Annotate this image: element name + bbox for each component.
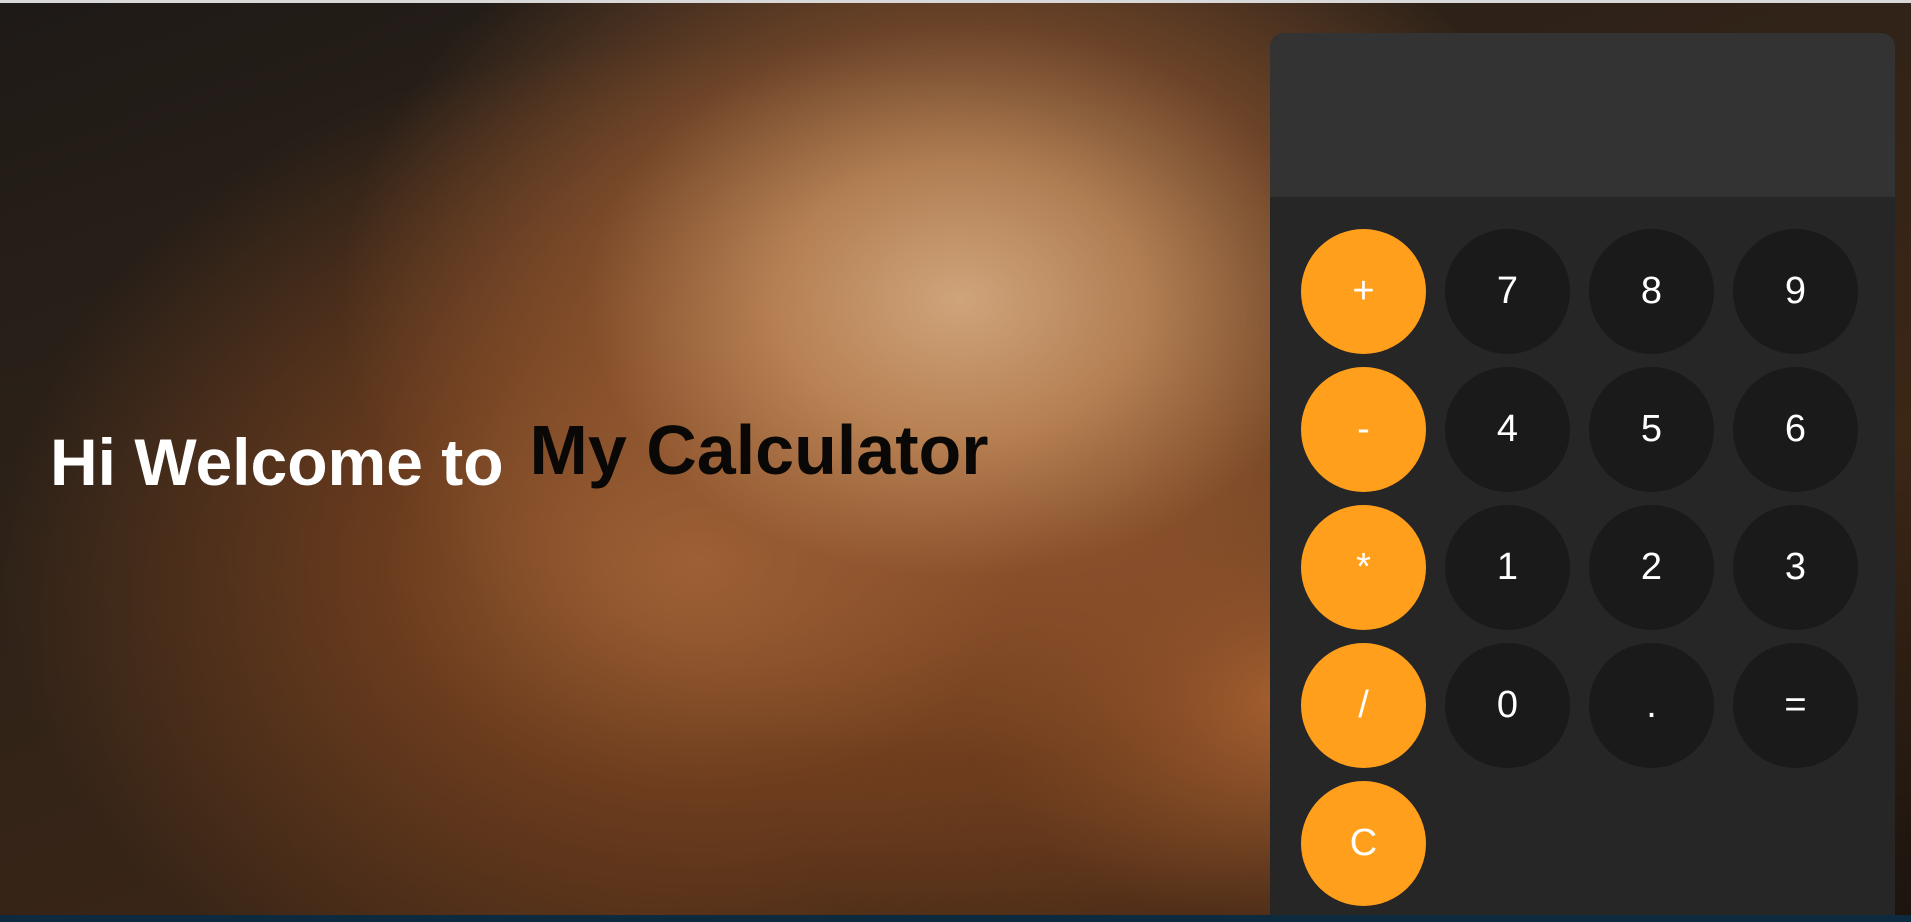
divide-button[interactable]: / [1301, 643, 1426, 768]
four-button[interactable]: 4 [1445, 367, 1570, 492]
plus-button[interactable]: + [1301, 229, 1426, 354]
welcome-lead-text: Hi Welcome to [50, 425, 504, 499]
eight-button[interactable]: 8 [1589, 229, 1714, 354]
minus-button[interactable]: - [1301, 367, 1426, 492]
decimal-button[interactable]: . [1589, 643, 1714, 768]
welcome-title-text: My Calculator [529, 411, 989, 489]
calculator-display [1270, 33, 1895, 197]
equals-button[interactable]: = [1733, 643, 1858, 768]
clear-button[interactable]: C [1301, 781, 1426, 906]
six-button[interactable]: 6 [1733, 367, 1858, 492]
top-border [0, 0, 1911, 3]
seven-button[interactable]: 7 [1445, 229, 1570, 354]
one-button[interactable]: 1 [1445, 505, 1570, 630]
page-background: Hi Welcome to My Calculator + 7 8 9 - 4 … [0, 0, 1911, 922]
bottom-border [0, 915, 1911, 922]
zero-button[interactable]: 0 [1445, 643, 1570, 768]
welcome-heading: Hi Welcome to My Calculator [50, 415, 989, 499]
five-button[interactable]: 5 [1589, 367, 1714, 492]
two-button[interactable]: 2 [1589, 505, 1714, 630]
nine-button[interactable]: 9 [1733, 229, 1858, 354]
multiply-button[interactable]: * [1301, 505, 1426, 630]
calculator: + 7 8 9 - 4 5 6 * 1 2 3 / 0 . = C [1270, 33, 1895, 922]
three-button[interactable]: 3 [1733, 505, 1858, 630]
